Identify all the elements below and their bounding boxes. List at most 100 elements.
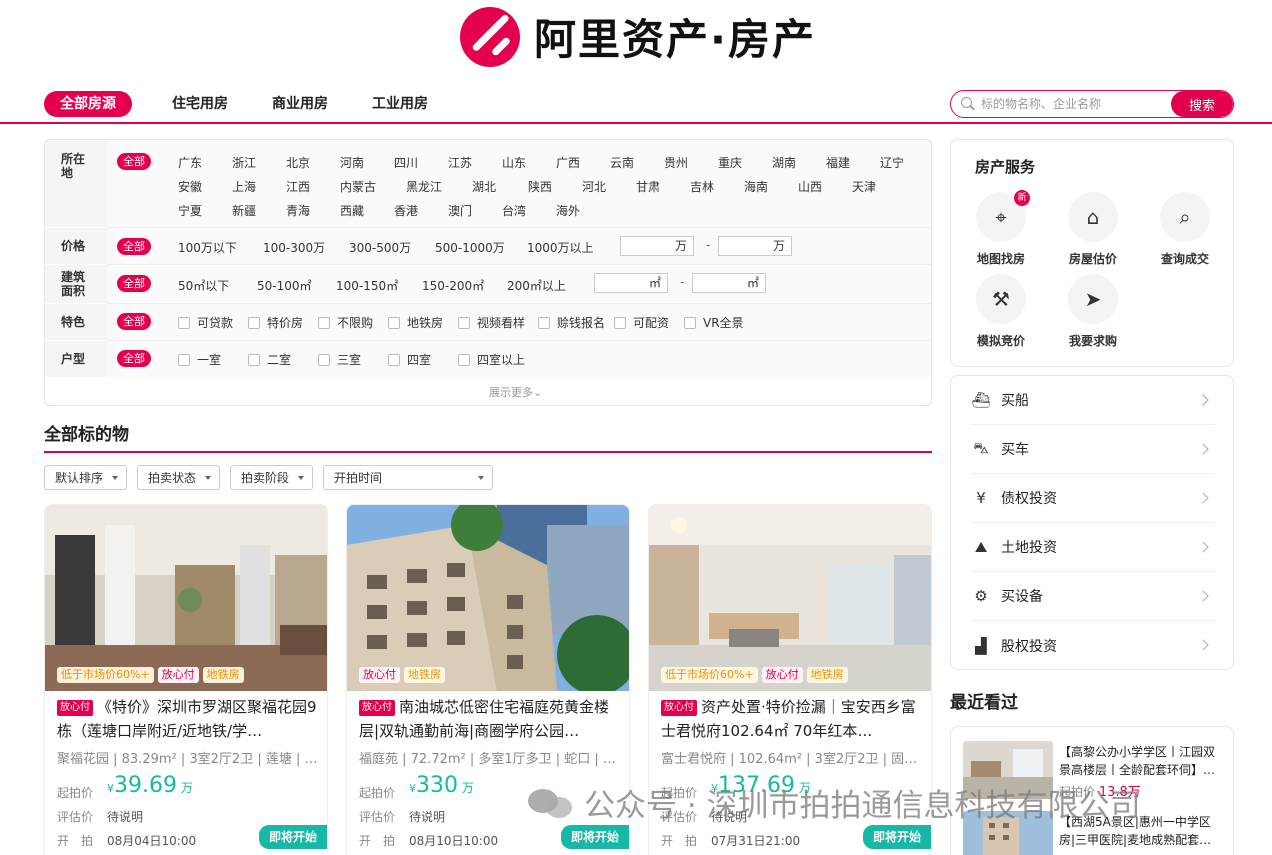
filter-location-option[interactable]: 甘肃 (636, 178, 660, 195)
filter-location-option[interactable]: 山东 (502, 154, 526, 171)
card-title[interactable]: 放心付 《特价》深圳市罗湖区聚福花园9栋（莲塘口岸附近/近地铁/学… (57, 695, 319, 743)
auction-stage-dropdown[interactable]: 拍卖阶段 (230, 465, 313, 490)
price-max-input[interactable]: 万 (718, 236, 792, 256)
filter-location-option[interactable]: 河南 (340, 154, 364, 171)
filter-layout-option[interactable]: 三室 (318, 351, 361, 368)
filter-price-all[interactable]: 全部 (117, 238, 151, 255)
tab-industrial[interactable]: 工业用房 (372, 91, 428, 117)
filter-feature-option[interactable]: 地铁房 (388, 314, 443, 331)
category-link-car[interactable]: ⛍ 买车 (971, 425, 1215, 474)
checkbox[interactable] (388, 316, 400, 329)
filter-layout-option[interactable]: 一室 (178, 351, 221, 368)
filter-area-option[interactable]: 50㎡以下 (178, 277, 229, 294)
checkbox[interactable] (248, 316, 260, 329)
service-map-search[interactable]: ⌖ 新 地图找房 (961, 190, 1041, 267)
service-deal-query[interactable]: ⌕ 查询成交 (1145, 192, 1225, 267)
checkbox[interactable] (318, 353, 330, 366)
filter-layout-option[interactable]: 四室 (388, 351, 431, 368)
filter-location-option[interactable]: 北京 (286, 154, 310, 171)
filter-location-option[interactable]: 江西 (286, 178, 310, 195)
category-link-land[interactable]: ⛰ 土地投资 (971, 523, 1215, 572)
filter-location-option[interactable]: 河北 (582, 178, 606, 195)
filter-location-option[interactable]: 湖北 (472, 178, 496, 195)
filter-location-option[interactable]: 湖南 (772, 154, 796, 171)
auction-status-dropdown[interactable]: 拍卖状态 (137, 465, 220, 490)
checkbox[interactable] (538, 316, 550, 329)
filter-location-all[interactable]: 全部 (117, 153, 151, 170)
filter-location-option[interactable]: 辽宁 (880, 154, 904, 171)
category-link-equity[interactable]: ▟ 股权投资 (971, 621, 1215, 670)
filter-location-option[interactable]: 台湾 (502, 202, 526, 219)
checkbox[interactable] (318, 316, 330, 329)
filter-location-option[interactable]: 澳门 (448, 202, 472, 219)
filter-location-option[interactable]: 安徽 (178, 178, 202, 195)
checkbox[interactable] (458, 353, 470, 366)
sort-default-dropdown[interactable]: 默认排序 (44, 465, 127, 490)
filter-location-option[interactable]: 云南 (610, 154, 634, 171)
filter-feature-option[interactable]: 可贷款 (178, 314, 233, 331)
filter-price-option[interactable]: 100-300万 (263, 239, 325, 256)
checkbox[interactable] (178, 316, 190, 329)
start-time-dropdown[interactable]: 开拍时间 (323, 465, 493, 490)
area-min-input[interactable]: ㎡ (594, 273, 668, 293)
filter-location-option[interactable]: 黑龙江 (406, 178, 442, 195)
filter-location-option[interactable]: 海南 (744, 178, 768, 195)
show-more-link[interactable]: 展示更多⌄ (489, 384, 542, 400)
service-valuation[interactable]: ⌂ 房屋估价 (1053, 192, 1133, 267)
filter-location-option[interactable]: 贵州 (664, 154, 688, 171)
search-button[interactable]: 搜索 (1171, 91, 1233, 117)
category-link-debt[interactable]: ¥ 债权投资 (971, 474, 1215, 523)
filter-location-option[interactable]: 西藏 (340, 202, 364, 219)
filter-feature-option[interactable]: 不限购 (318, 314, 373, 331)
checkbox[interactable] (178, 353, 190, 366)
filter-feature-option[interactable]: 视频看样 (458, 314, 525, 331)
filter-feature-option[interactable]: VR全景 (684, 314, 744, 331)
card-title[interactable]: 放心付 资产处置·特价捡漏｜宝安西乡富士君悦府102.64㎡ 70年红本… (661, 695, 923, 743)
filter-feature-option[interactable]: 特价房 (248, 314, 303, 331)
tab-all-properties[interactable]: 全部房源 (44, 91, 132, 117)
filter-area-option[interactable]: 150-200㎡ (422, 277, 484, 294)
filter-location-option[interactable]: 山西 (798, 178, 822, 195)
checkbox[interactable] (614, 316, 626, 329)
category-link-ship[interactable]: ⛴ 买船 (971, 376, 1215, 425)
filter-location-option[interactable]: 浙江 (232, 154, 256, 171)
filter-feature-all[interactable]: 全部 (117, 313, 151, 330)
filter-location-option[interactable]: 吉林 (690, 178, 714, 195)
filter-location-option[interactable]: 青海 (286, 202, 310, 219)
filter-location-option[interactable]: 宁夏 (178, 202, 202, 219)
filter-price-option[interactable]: 500-1000万 (435, 239, 505, 256)
filter-layout-option[interactable]: 四室以上 (458, 351, 525, 368)
filter-feature-option[interactable]: 赊钱报名 (538, 314, 605, 331)
filter-area-option[interactable]: 50-100㎡ (257, 277, 312, 294)
filter-layout-option[interactable]: 二室 (248, 351, 291, 368)
filter-location-option[interactable]: 陕西 (528, 178, 552, 195)
filter-price-option[interactable]: 300-500万 (349, 239, 411, 256)
filter-location-option[interactable]: 天津 (852, 178, 876, 195)
filter-location-option[interactable]: 内蒙古 (340, 178, 376, 195)
filter-location-option[interactable]: 海外 (556, 202, 580, 219)
price-min-input[interactable]: 万 (620, 236, 694, 256)
filter-location-option[interactable]: 广西 (556, 154, 580, 171)
checkbox[interactable] (388, 353, 400, 366)
area-max-input[interactable]: ㎡ (692, 273, 766, 293)
filter-location-option[interactable]: 福建 (826, 154, 850, 171)
brand-logo[interactable]: 阿里资产·房产 (460, 6, 816, 67)
filter-layout-all[interactable]: 全部 (117, 350, 151, 367)
filter-location-option[interactable]: 广东 (178, 154, 202, 171)
filter-location-option[interactable]: 香港 (394, 202, 418, 219)
filter-price-option[interactable]: 100万以下 (178, 239, 237, 256)
checkbox[interactable] (458, 316, 470, 329)
filter-location-option[interactable]: 重庆 (718, 154, 742, 171)
filter-location-option[interactable]: 江苏 (448, 154, 472, 171)
card-title[interactable]: 放心付 南油城芯低密住宅福庭苑黄金楼层|双轨通勤前海|商圈学府公园… (359, 695, 621, 743)
filter-location-option[interactable]: 新疆 (232, 202, 256, 219)
checkbox[interactable] (248, 353, 260, 366)
filter-area-option[interactable]: 100-150㎡ (336, 277, 398, 294)
filter-location-option[interactable]: 四川 (394, 154, 418, 171)
search-input[interactable] (975, 97, 1171, 111)
filter-price-option[interactable]: 1000万以上 (527, 239, 594, 256)
filter-location-option[interactable]: 上海 (232, 178, 256, 195)
tab-residential[interactable]: 住宅用房 (172, 91, 228, 117)
filter-area-option[interactable]: 200㎡以上 (507, 277, 566, 294)
service-mock-bid[interactable]: ⚒ 模拟竞价 (961, 274, 1041, 349)
